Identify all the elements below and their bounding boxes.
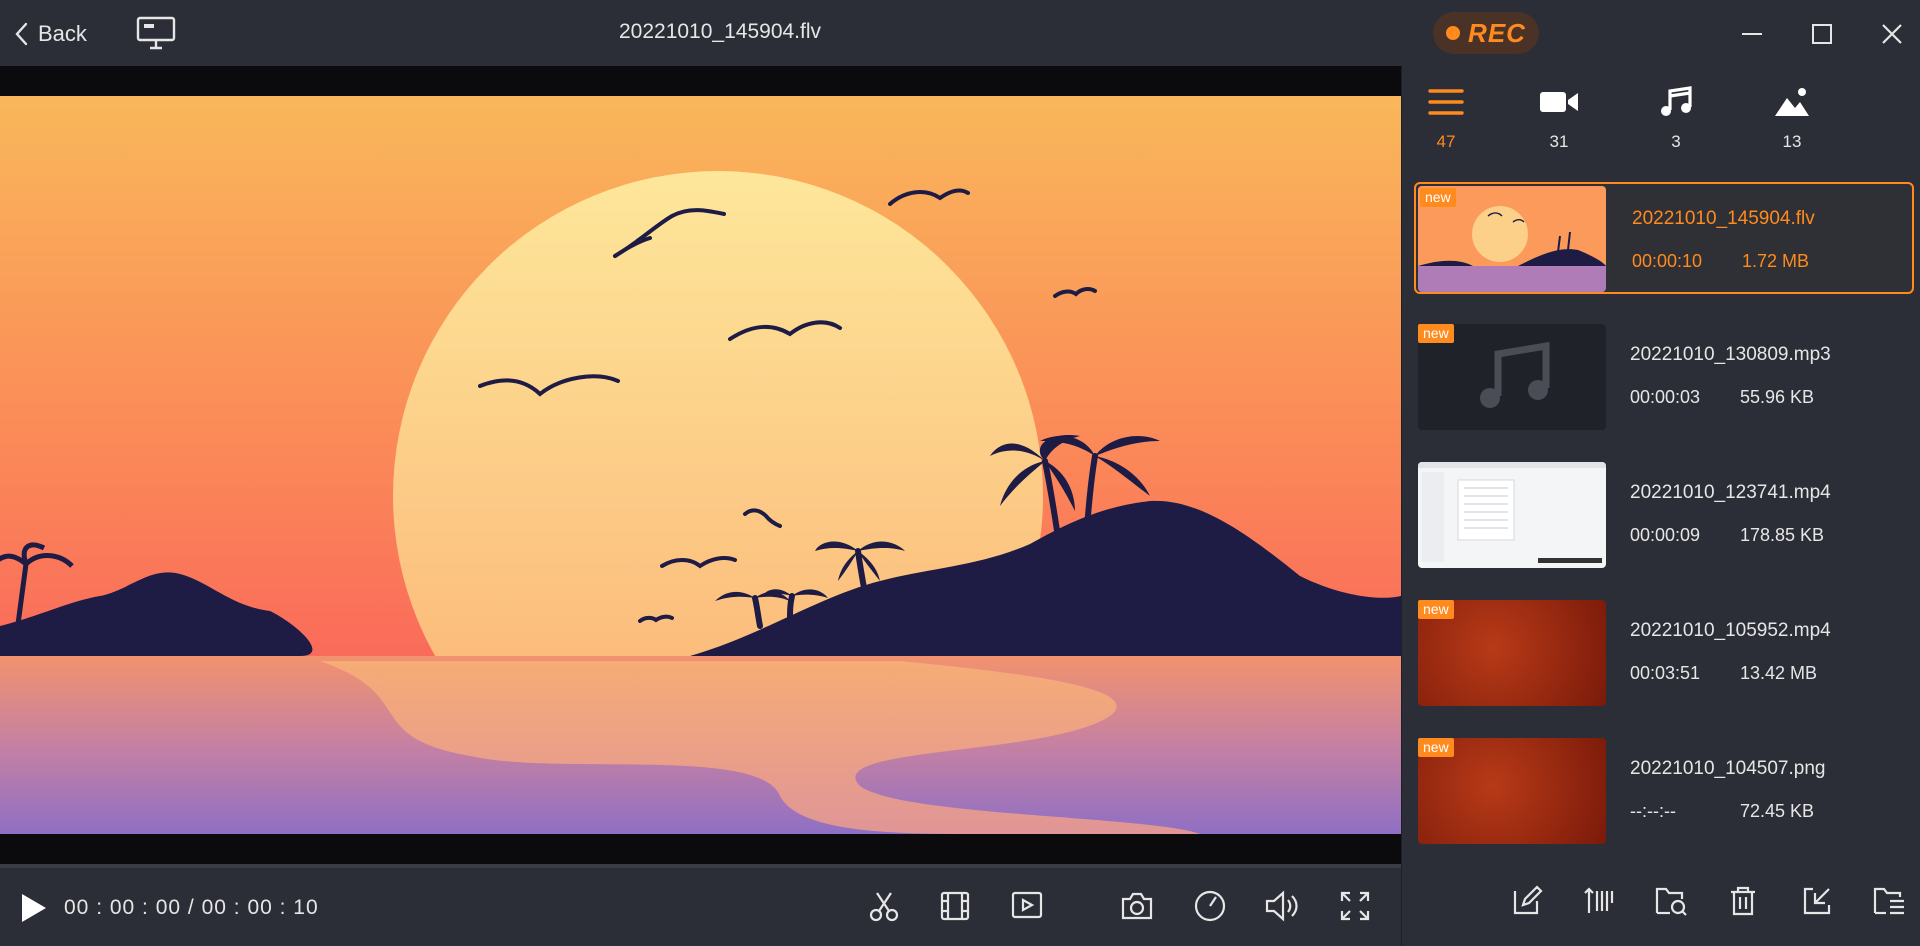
file-meta: 00:00:10 1.72 MB (1632, 251, 1809, 272)
file-name: 20221010_105952.mp4 (1630, 620, 1831, 641)
minimize-icon (1742, 33, 1762, 35)
maximize-icon (1812, 24, 1832, 44)
filter-all[interactable]: 47 (1406, 86, 1486, 166)
file-duration: 00:00:10 (1632, 251, 1703, 271)
close-button[interactable] (1872, 14, 1912, 54)
video-player[interactable] (0, 66, 1401, 864)
crop-button[interactable] (935, 886, 975, 926)
open-folder-button[interactable] (1650, 880, 1692, 922)
scissors-icon (869, 892, 899, 922)
file-item[interactable]: new 20221010_130809.mp3 00:00:03 55.96 K… (1414, 320, 1914, 432)
file-sidebar: 47 31 3 13 new 20221010_145904.flv 00:00… (1401, 66, 1920, 946)
delete-button[interactable] (1722, 880, 1764, 922)
file-name: 20221010_104507.png (1630, 758, 1826, 779)
minimize-button[interactable] (1732, 14, 1772, 54)
new-badge: new (1418, 324, 1454, 343)
new-badge: new (1420, 188, 1456, 207)
playback-time: 00 : 00 : 00 / 00 : 00 : 10 (64, 896, 319, 919)
preview-button[interactable] (1008, 886, 1048, 926)
fullscreen-icon (1340, 891, 1370, 921)
trash-icon (1731, 886, 1755, 916)
file-size: 1.72 MB (1742, 251, 1810, 271)
file-name: 20221010_130809.mp3 (1630, 344, 1831, 365)
file-size: 55.96 KB (1740, 387, 1815, 407)
file-meta: 00:00:09 178.85 KB (1630, 525, 1824, 546)
file-item[interactable]: new 20221010_104507.png --:--:-- 72.45 K… (1414, 734, 1914, 846)
filter-image[interactable]: 13 (1752, 86, 1832, 166)
filter-count: 47 (1436, 132, 1456, 151)
thumbnail-screen (1418, 462, 1606, 568)
file-duration: --:--:-- (1630, 801, 1676, 821)
video-frame (0, 96, 1401, 834)
list-icon (1428, 89, 1464, 115)
title-bar: Back 20221010_145904.flv REC (0, 0, 1920, 66)
import-icon (1803, 887, 1831, 915)
filter-video[interactable]: 31 (1519, 86, 1599, 166)
sort-button[interactable] (1578, 880, 1620, 922)
volume-icon (1265, 890, 1298, 922)
filter-count: 31 (1549, 132, 1569, 151)
filter-audio[interactable]: 3 (1636, 86, 1716, 166)
progress-bar[interactable] (0, 864, 1401, 868)
new-badge: new (1418, 600, 1454, 619)
file-meta: 00:00:03 55.96 KB (1630, 387, 1814, 408)
file-item[interactable]: 20221010_123741.mp4 00:00:09 178.85 KB (1414, 458, 1914, 570)
file-name: 20221010_145904.flv (1632, 208, 1815, 229)
folder-search-icon (1655, 887, 1687, 916)
close-icon (1882, 24, 1902, 44)
file-size: 72.45 KB (1740, 801, 1815, 821)
file-meta: --:--:-- 72.45 KB (1630, 801, 1814, 822)
edit-icon (1513, 885, 1543, 915)
window-title: 20221010_145904.flv (618, 20, 822, 43)
file-size: 178.85 KB (1740, 525, 1825, 545)
image-icon (1775, 88, 1809, 116)
speedometer-icon (1194, 890, 1226, 922)
video-icon (1540, 92, 1578, 112)
file-name: 20221010_123741.mp4 (1630, 482, 1831, 503)
file-item[interactable]: new 20221010_105952.mp4 00:03:51 13.42 M… (1414, 596, 1914, 708)
cut-button[interactable] (864, 886, 904, 926)
speed-button[interactable] (1190, 886, 1230, 926)
folder-list-icon (1873, 887, 1904, 915)
fullscreen-button[interactable] (1335, 886, 1375, 926)
camera-icon (1121, 892, 1153, 920)
file-size: 13.42 MB (1740, 663, 1818, 683)
file-item[interactable]: new 20221010_145904.flv 00:00:10 1.72 MB (1414, 182, 1914, 294)
record-label: REC (1468, 17, 1526, 48)
file-duration: 00:00:03 (1630, 387, 1701, 407)
file-duration: 00:03:51 (1630, 663, 1701, 683)
record-button[interactable]: REC (1433, 12, 1539, 54)
sort-icon (1584, 887, 1614, 913)
record-dot-icon (1446, 26, 1461, 40)
volume-button[interactable] (1262, 886, 1302, 926)
crop-icon (940, 891, 970, 921)
file-duration: 00:00:09 (1630, 525, 1701, 545)
maximize-button[interactable] (1802, 14, 1842, 54)
playback-controls: 00 : 00 : 00 / 00 : 00 : 10 (0, 864, 1401, 946)
new-badge: new (1418, 738, 1454, 757)
video-play-icon (1011, 891, 1043, 919)
filter-count: 13 (1782, 132, 1802, 151)
import-button[interactable] (1796, 880, 1838, 922)
music-icon (1661, 86, 1692, 116)
file-meta: 00:03:51 13.42 MB (1630, 663, 1817, 684)
filter-count: 3 (1671, 132, 1681, 151)
file-manager-button[interactable] (1868, 880, 1910, 922)
screenshot-button[interactable] (1117, 886, 1157, 926)
play-icon[interactable] (16, 890, 50, 926)
edit-button[interactable] (1506, 880, 1548, 922)
